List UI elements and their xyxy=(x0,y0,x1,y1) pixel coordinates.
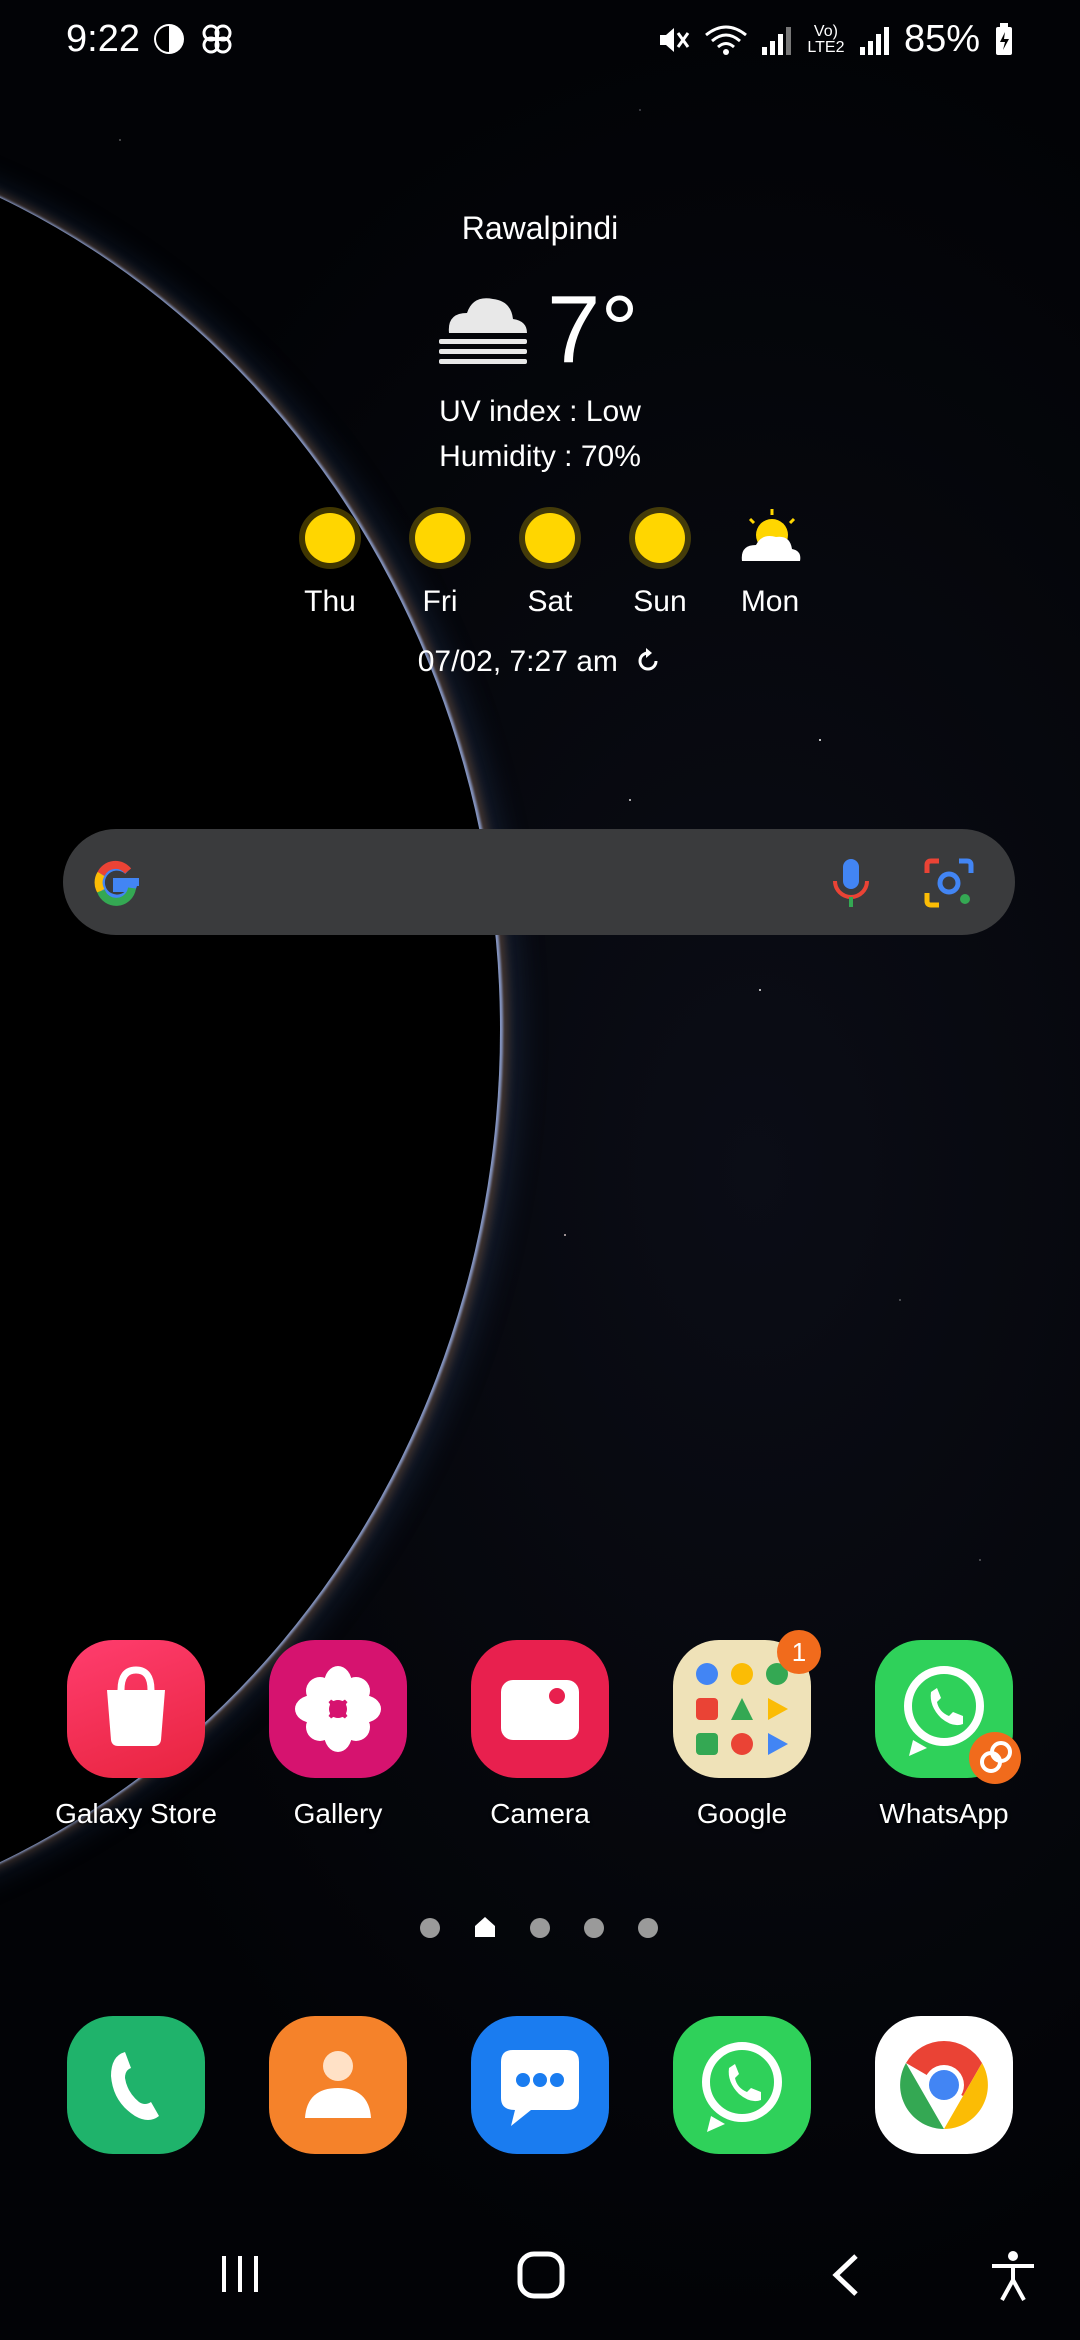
refresh-icon[interactable] xyxy=(634,647,662,675)
weather-updated: 07/02, 7:27 am xyxy=(0,645,1080,679)
dock-chrome[interactable] xyxy=(844,2016,1044,2154)
signal-icon-2 xyxy=(859,25,890,55)
google-g-icon xyxy=(94,860,139,906)
camera-icon xyxy=(471,1640,609,1778)
weather-temperature: 7° xyxy=(547,276,639,383)
app-galaxy-store[interactable]: Galaxy Store xyxy=(36,1640,236,1830)
dock-contacts[interactable] xyxy=(238,2016,438,2154)
battery-percent: 85% xyxy=(903,18,980,60)
whatsapp-icon xyxy=(673,2016,811,2154)
app-whatsapp-dual[interactable]: WhatsApp xyxy=(844,1640,1044,1830)
forecast-day: Mon xyxy=(725,505,815,619)
app-label: Google xyxy=(696,1798,788,1829)
app-label: WhatsApp xyxy=(879,1798,1009,1829)
weather-humidity: Humidity : 70% xyxy=(439,440,641,473)
navigation-bar xyxy=(0,2230,1080,2340)
dock-messages[interactable] xyxy=(440,2016,640,2154)
battery-icon xyxy=(996,22,1012,55)
microphone-icon[interactable] xyxy=(825,855,877,911)
weather-forecast: Thu Fri Sat Sun Mon xyxy=(285,505,805,625)
notification-icon xyxy=(154,24,184,54)
sun-icon xyxy=(635,513,685,563)
partly-cloudy-icon xyxy=(741,509,801,561)
pinwheel-icon xyxy=(202,24,232,54)
signal-icon xyxy=(761,25,792,55)
google-search-bar[interactable] xyxy=(63,829,1015,935)
app-folder-google[interactable]: 1 Google xyxy=(642,1630,842,1830)
google-folder-icon: 1 xyxy=(673,1630,821,1778)
whatsapp-icon xyxy=(875,1640,1021,1784)
galaxy-store-icon xyxy=(67,1640,205,1778)
app-label: Galaxy Store xyxy=(55,1798,217,1829)
sun-icon xyxy=(525,513,575,563)
notification-badge: 1 xyxy=(777,1630,821,1674)
home-button-icon[interactable] xyxy=(516,2250,566,2300)
phone-icon xyxy=(67,2016,205,2154)
status-time: 9:22 xyxy=(66,18,140,60)
status-bar: 9:22 Vo) LTE2 85% xyxy=(0,0,1080,80)
home-page-icon xyxy=(475,1917,495,1937)
app-label: Camera xyxy=(490,1798,590,1829)
app-label: Gallery xyxy=(293,1798,383,1829)
forecast-day: Sat xyxy=(505,505,595,619)
google-lens-icon[interactable] xyxy=(921,855,977,911)
recent-apps-icon[interactable] xyxy=(218,2252,262,2296)
app-camera[interactable]: Camera xyxy=(440,1640,640,1830)
messages-icon xyxy=(471,2016,609,2154)
weather-city: Rawalpindi xyxy=(461,210,619,246)
forecast-day: Thu xyxy=(285,505,375,619)
network-label: Vo) LTE2 xyxy=(807,22,845,56)
forecast-day: Fri xyxy=(395,505,485,619)
gallery-flower-icon xyxy=(269,1640,407,1778)
forecast-day: Sun xyxy=(615,505,705,619)
chrome-icon xyxy=(875,2016,1013,2154)
page-indicator[interactable] xyxy=(420,1912,670,1942)
accessibility-icon[interactable] xyxy=(988,2248,1038,2304)
weather-uv-index: UV index : Low xyxy=(439,395,641,428)
contacts-icon xyxy=(269,2016,407,2154)
dock-phone[interactable] xyxy=(36,2016,236,2154)
sun-icon xyxy=(305,513,355,563)
home-screen: 9:22 Vo) LTE2 85% Rawalpindi 7° UV index… xyxy=(0,0,1080,2340)
sun-icon xyxy=(415,513,465,563)
back-icon[interactable] xyxy=(828,2252,862,2298)
dual-messenger-icon xyxy=(969,1732,1021,1784)
mute-icon xyxy=(659,27,690,52)
wifi-icon xyxy=(705,25,747,55)
dock-whatsapp[interactable] xyxy=(642,2016,842,2154)
app-gallery[interactable]: Gallery xyxy=(238,1640,438,1830)
fog-cloud-icon xyxy=(439,298,527,364)
